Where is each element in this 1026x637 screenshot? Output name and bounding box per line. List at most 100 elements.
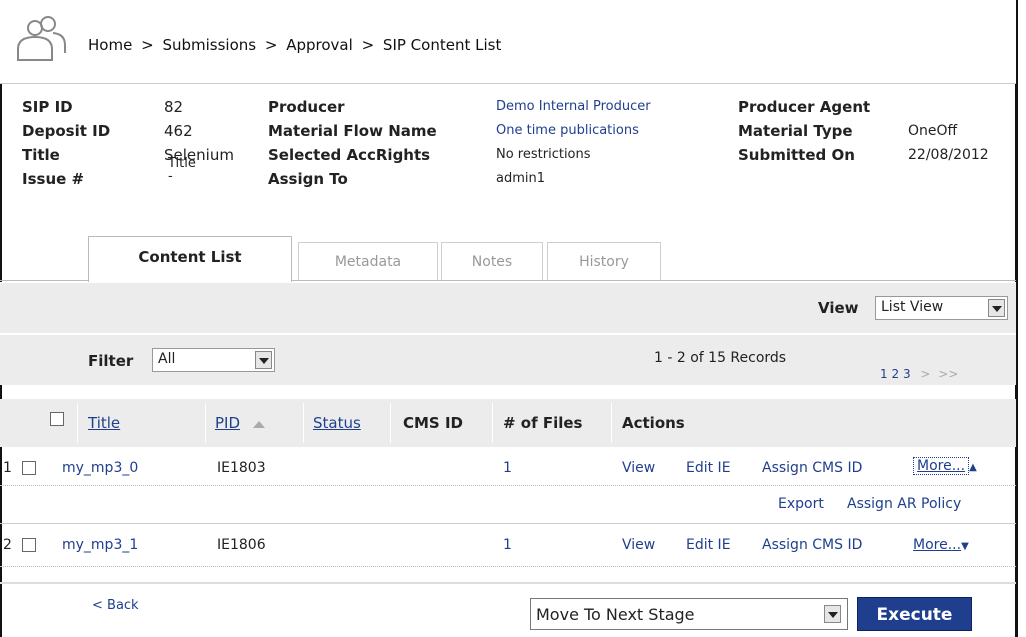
submitted-on-value: 22/08/2012	[908, 147, 989, 163]
last-page-icon[interactable]: >>	[938, 367, 958, 381]
row-pid: IE1806	[217, 537, 266, 553]
breadcrumb-separator: >	[141, 36, 154, 54]
breadcrumb-separator: >	[361, 36, 375, 54]
deposit-id-label: Deposit ID	[22, 122, 111, 140]
material-type-value: OneOff	[908, 123, 958, 139]
issue-label: Issue #	[22, 170, 85, 188]
column-header-title[interactable]: Title	[88, 399, 120, 447]
column-divider	[303, 403, 304, 443]
sip-id-label: SIP ID	[22, 98, 73, 116]
column-header-status[interactable]: Status	[313, 399, 361, 447]
filter-select-value: All	[158, 351, 176, 367]
row-index: 2	[3, 537, 12, 553]
view-label: View	[818, 299, 859, 317]
row-checkbox[interactable]	[22, 538, 36, 552]
row-title-link[interactable]: my_mp3_0	[62, 460, 138, 476]
table-row: 1 my_mp3_0 IE1803 1 View Edit IE Assign …	[0, 457, 1016, 482]
more-link-text: More...	[913, 457, 970, 475]
acc-rights-label: Selected AccRights	[268, 146, 431, 164]
deposit-id-value: 462	[164, 122, 193, 140]
breadcrumb-approval[interactable]: Approval	[286, 36, 353, 54]
producer-agent-label: Producer Agent	[738, 98, 871, 116]
breadcrumb-home[interactable]: Home	[88, 36, 132, 54]
row-divider	[0, 523, 1016, 524]
chevron-up-icon: ▲	[969, 462, 977, 473]
sip-id-value: 82	[164, 98, 184, 116]
view-select-value: List View	[881, 299, 944, 315]
producer-link[interactable]: Demo Internal Producer	[496, 95, 651, 119]
tab-history[interactable]: History	[547, 242, 661, 280]
column-divider	[205, 403, 206, 443]
page-2-link[interactable]: 2	[891, 367, 899, 381]
next-page-icon[interactable]: >	[920, 367, 930, 381]
sort-ascending-icon	[253, 421, 265, 428]
execute-button[interactable]: Execute	[857, 597, 972, 631]
breadcrumb-submissions[interactable]: Submissions	[162, 36, 256, 54]
chevron-down-icon	[988, 299, 1005, 317]
producer-label: Producer	[268, 98, 345, 116]
material-flow-label: Material Flow Name	[268, 122, 437, 140]
tab-content-list[interactable]: Content List	[88, 236, 292, 282]
footer-divider	[0, 582, 1016, 584]
export-action-link[interactable]: Export	[778, 496, 824, 512]
column-divider	[492, 403, 493, 443]
extra-actions-row: Export Assign AR Policy	[0, 494, 1016, 518]
more-actions-toggle[interactable]: More...▼	[913, 537, 969, 553]
breadcrumb-current: SIP Content List	[382, 36, 502, 54]
chevron-down-icon	[255, 351, 272, 369]
page-3-link[interactable]: 3	[903, 367, 911, 381]
column-header-num-files: # of Files	[503, 414, 583, 432]
more-actions-toggle[interactable]: More... ▲	[913, 457, 977, 475]
records-count: 1 - 2 of 15 Records	[654, 350, 787, 366]
page-header: Home > Submissions > Approval > SIP Cont…	[0, 0, 1016, 84]
edit-ie-action-link[interactable]: Edit IE	[686, 537, 731, 553]
view-select[interactable]: List View	[875, 296, 1008, 320]
view-toolbar: View List View	[0, 283, 1016, 333]
stage-select-value: Move To Next Stage	[536, 605, 695, 624]
issue-value: -	[168, 169, 173, 184]
edit-ie-action-link[interactable]: Edit IE	[686, 460, 731, 476]
pagination: 1 2 3 > >>	[880, 367, 958, 381]
info-col-1-labels: SIP ID Deposit ID Title Issue #	[22, 95, 110, 191]
column-divider	[611, 403, 612, 443]
acc-rights-value: No restrictions	[496, 147, 591, 162]
stage-select[interactable]: Move To Next Stage	[530, 598, 848, 630]
assign-cms-id-action-link[interactable]: Assign CMS ID	[762, 460, 862, 476]
assign-ar-policy-action-link[interactable]: Assign AR Policy	[847, 496, 961, 512]
row-num-files-link[interactable]: 1	[503, 460, 512, 476]
users-icon	[17, 16, 66, 61]
back-link[interactable]: < Back	[92, 598, 139, 613]
title-label: Title	[22, 146, 60, 164]
assign-cms-id-action-link[interactable]: Assign CMS ID	[762, 537, 862, 553]
info-col-2-values: Demo Internal Producer One time publicat…	[496, 95, 651, 191]
filter-select[interactable]: All	[152, 348, 275, 372]
view-action-link[interactable]: View	[622, 460, 655, 476]
assign-to-value: admin1	[496, 171, 546, 186]
submitted-on-label: Submitted On	[738, 146, 855, 164]
filter-label: Filter	[88, 352, 134, 370]
row-pid: IE1803	[217, 460, 266, 476]
select-all-checkbox[interactable]	[50, 412, 64, 426]
column-header-pid[interactable]: PID	[215, 399, 240, 447]
view-action-link[interactable]: View	[622, 537, 655, 553]
chevron-down-icon: ▼	[961, 541, 969, 552]
page-1-link[interactable]: 1	[880, 367, 888, 381]
chevron-down-icon	[824, 605, 841, 623]
info-col-3-labels: Producer Agent Material Type Submitted O…	[738, 95, 870, 167]
column-header-cms-id: CMS ID	[403, 414, 463, 432]
row-checkbox[interactable]	[22, 461, 36, 475]
assign-to-label: Assign To	[268, 170, 348, 188]
info-col-2-labels: Producer Material Flow Name Selected Acc…	[268, 95, 437, 191]
tab-notes[interactable]: Notes	[441, 242, 543, 280]
row-index: 1	[3, 460, 12, 476]
row-title-link[interactable]: my_mp3_1	[62, 537, 138, 553]
row-divider	[0, 485, 1016, 486]
table-header: Title PID Status CMS ID # of Files Actio…	[0, 399, 1016, 447]
row-num-files-link[interactable]: 1	[503, 537, 512, 553]
more-link-text: More...	[913, 537, 962, 553]
column-divider	[390, 403, 391, 443]
material-flow-link[interactable]: One time publications	[496, 119, 651, 143]
row-divider	[0, 566, 1016, 567]
tab-metadata[interactable]: Metadata	[298, 242, 438, 280]
column-header-actions: Actions	[622, 414, 685, 432]
